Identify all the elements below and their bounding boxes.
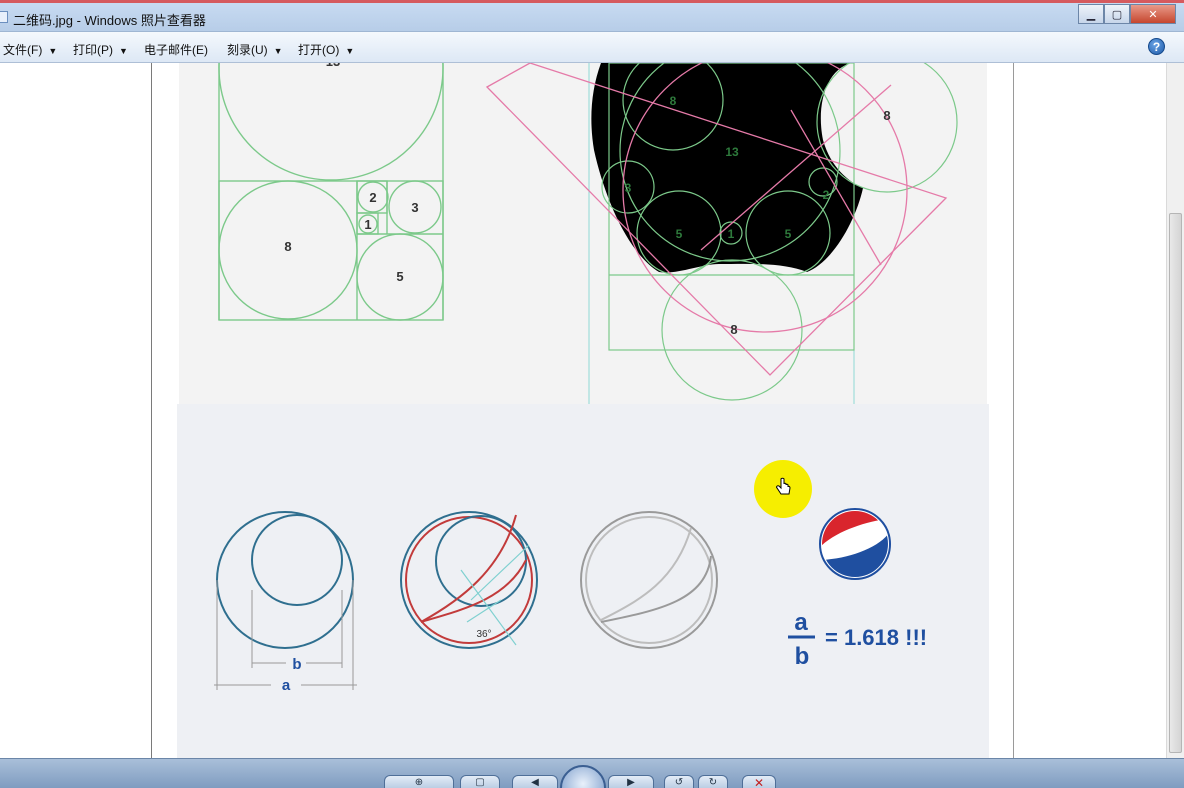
apple-label-1: 1: [728, 227, 735, 241]
fib-label-5: 5: [396, 269, 403, 284]
menu-burn[interactable]: 刻录(U) ▼: [227, 41, 283, 58]
menu-bar: 文件(F) ▼ 打印(P) ▼ 电子邮件(E) 刻录(U) ▼ 打开(O) ▼ ?: [0, 32, 1184, 63]
delete-button[interactable]: ✕: [742, 775, 776, 788]
vertical-scrollbar[interactable]: [1166, 63, 1184, 758]
minimize-button[interactable]: ▁: [1078, 4, 1104, 24]
help-icon[interactable]: ?: [1148, 38, 1165, 55]
menu-print-label: 打印(P): [73, 43, 113, 57]
menu-email[interactable]: 电子邮件(E): [144, 41, 208, 58]
menu-email-label: 电子邮件(E): [144, 43, 208, 57]
title-bar-accent: [0, 0, 1184, 3]
menu-file-label: 文件(F): [3, 43, 43, 57]
apple-label-8: 8: [670, 94, 677, 108]
fib-label-13: 13: [326, 63, 340, 69]
pepsi-measure-a: a: [282, 677, 291, 694]
chevron-down-icon: ▼: [48, 46, 58, 56]
viewer-toolbar: ⊕ ▢ ◀ ▶ ↺ ↻ ✕: [0, 758, 1184, 788]
formula-numerator: a: [794, 609, 808, 636]
lower-panel-bg: [177, 404, 989, 758]
menu-open-label: 打开(O): [298, 43, 340, 57]
title-bar: 二维码.jpg - Windows 照片查看器 ▁ ▢ ✕: [0, 0, 1184, 32]
pepsi-angle-label: 36°: [476, 629, 491, 640]
golden-ratio-image: 13 8 2 1 3 5: [177, 63, 989, 758]
fib-label-2: 2: [369, 190, 376, 205]
zoom-button[interactable]: ⊕: [384, 775, 454, 788]
menu-print[interactable]: 打印(P) ▼: [73, 41, 128, 58]
apple-label-13: 13: [725, 145, 739, 159]
apple-label-3: 3: [625, 181, 632, 195]
fib-label-1: 1: [364, 217, 371, 232]
apple-label-2: 2: [823, 188, 830, 202]
menu-open[interactable]: 打开(O) ▼: [298, 41, 354, 58]
apple-label-8-bottom: 8: [730, 322, 737, 337]
menu-file[interactable]: 文件(F) ▼: [3, 41, 57, 58]
upper-panel-bg: [179, 63, 987, 404]
photo-viewer-app-icon: [0, 11, 8, 23]
maximize-button[interactable]: ▢: [1104, 4, 1130, 24]
formula-result: = 1.618 !!!: [825, 625, 927, 650]
chevron-down-icon: ▼: [119, 46, 128, 56]
previous-button[interactable]: ◀: [512, 775, 558, 788]
rotate-right-button[interactable]: ↻: [698, 775, 728, 788]
photo-canvas[interactable]: 13 8 2 1 3 5: [151, 63, 1014, 758]
apple-label-5-left: 5: [676, 227, 683, 241]
photo-viewer-area: 13 8 2 1 3 5: [0, 63, 1184, 758]
chevron-down-icon: ▼: [273, 46, 283, 56]
apple-label-5-right: 5: [785, 227, 792, 241]
window-controls: ▁ ▢ ✕: [1078, 4, 1176, 24]
chevron-down-icon: ▼: [345, 46, 355, 56]
slideshow-button[interactable]: [560, 765, 606, 788]
close-button[interactable]: ✕: [1130, 4, 1176, 24]
pepsi-measure-b: b: [292, 656, 301, 673]
actual-size-button[interactable]: ▢: [460, 775, 500, 788]
next-button[interactable]: ▶: [608, 775, 654, 788]
fib-label-3: 3: [411, 200, 418, 215]
rotate-left-button[interactable]: ↺: [664, 775, 694, 788]
menu-burn-label: 刻录(U): [227, 43, 268, 57]
window-title: 二维码.jpg - Windows 照片查看器: [13, 13, 206, 28]
scrollbar-thumb[interactable]: [1169, 213, 1182, 753]
formula-denominator: b: [795, 643, 810, 670]
fib-label-8: 8: [284, 239, 291, 254]
apple-label-8-right: 8: [883, 108, 890, 123]
